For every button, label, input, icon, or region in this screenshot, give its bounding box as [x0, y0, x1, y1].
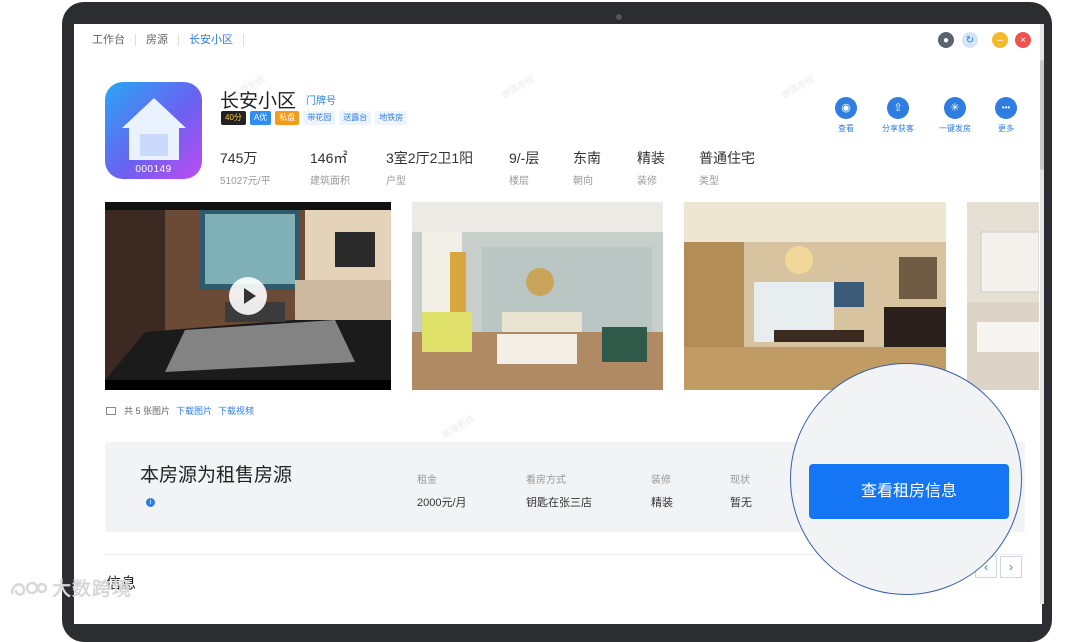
camera [616, 14, 622, 20]
bedroom-photo [967, 202, 1039, 390]
share-icon: ⇧ [887, 97, 909, 119]
property-code: 000149 [135, 164, 172, 175]
share-button[interactable]: ⇧ 分享获客 [873, 97, 923, 134]
images-icon [106, 406, 116, 415]
image-count: 共 5 张图片 [124, 406, 171, 416]
publish-button[interactable]: ✳ 一键发房 [930, 97, 980, 134]
brand-name: 大数跨境 [52, 579, 133, 600]
tag-list: 40分 A优 私盘 带花园 送露台 地铁房 [221, 111, 411, 125]
play-icon[interactable] [229, 277, 267, 315]
view-rent-info-button[interactable]: 查看租房信息 [809, 464, 1009, 519]
photo-thumbnail[interactable] [684, 202, 946, 390]
eye-icon: ◉ [835, 97, 857, 119]
rent-field-status: 现状 暂无 [730, 475, 752, 509]
rent-field-viewing: 看房方式 钥匙在张三店 [526, 475, 592, 509]
tab-changan[interactable]: 长安小区 [189, 34, 244, 46]
score-badge: 40分 [221, 111, 246, 125]
feature-tag: 带花园 [303, 111, 336, 125]
property-logo: 000149 [105, 82, 202, 179]
more-button[interactable]: ••• 更多 [981, 97, 1031, 134]
rent-title: 本房源为租售房源 [140, 465, 293, 486]
stat-layout: 3室2厅2卫1阳 户型 [386, 150, 474, 187]
stat-type: 普通住宅 类型 [699, 150, 755, 187]
view-button[interactable]: ◉ 查看 [821, 97, 871, 134]
avatar-icon[interactable]: ● [938, 32, 954, 48]
gallery-meta: 共 5 张图片 下载图片 下载视频 [106, 404, 254, 417]
stat-area: 146㎡ 建筑面积 [310, 150, 350, 187]
download-video-link[interactable]: 下载视频 [218, 404, 254, 417]
download-images-link[interactable]: 下载图片 [176, 404, 212, 417]
tab-listings[interactable]: 房源 [146, 34, 179, 46]
publish-icon: ✳ [944, 97, 966, 119]
refresh-icon[interactable]: ↻ [962, 32, 978, 48]
living-room-photo [412, 202, 663, 390]
grade-badge: A优 [249, 111, 272, 125]
breadcrumb-tabs: 工作台 房源 长安小区 [92, 30, 254, 50]
feature-tag: 送露台 [339, 111, 372, 125]
stat-floor: 9/-层 楼层 [509, 150, 540, 187]
rent-field-price: 租金 2000元/月 [417, 475, 467, 509]
house-door-icon [140, 134, 168, 156]
scrollbar-thumb[interactable] [1040, 60, 1044, 170]
dining-room-photo [684, 202, 946, 390]
photo-thumbnail[interactable] [412, 202, 663, 390]
rent-field-decoration: 装修 精装 [651, 475, 673, 509]
video-thumbnail[interactable] [105, 202, 391, 390]
stat-price: 745万 51027元/平 [220, 150, 271, 187]
brand-logo-icon [10, 581, 48, 596]
tab-workbench[interactable]: 工作台 [92, 34, 136, 46]
more-icon: ••• [995, 97, 1017, 119]
door-number-link[interactable]: 门牌号 [306, 92, 336, 107]
brand-watermark: 大数跨境 [8, 574, 132, 601]
private-badge: 私盘 [275, 111, 300, 125]
stat-orientation: 东南 朝向 [573, 150, 601, 187]
close-icon[interactable]: × [1015, 32, 1031, 48]
pager-next-button[interactable]: › [1000, 556, 1022, 578]
info-icon[interactable]: i [146, 498, 155, 507]
photo-thumbnail[interactable] [967, 202, 1039, 390]
minimize-icon[interactable]: – [992, 32, 1008, 48]
magnifier-callout: 查看租房信息 [790, 363, 1022, 595]
page-title: 长安小区 [220, 91, 297, 112]
stat-decoration: 精装 装修 [637, 150, 665, 187]
house-roof-icon [122, 98, 186, 128]
feature-tag: 地铁房 [375, 111, 408, 125]
